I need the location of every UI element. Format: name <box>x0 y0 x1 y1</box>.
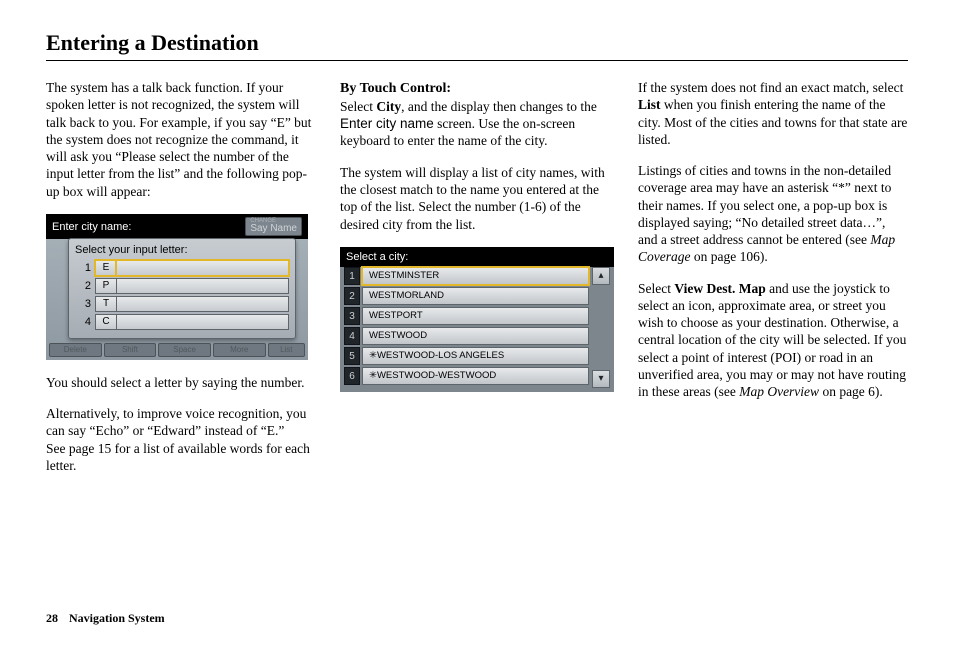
bottom-buttons: Delete Shift Space More List <box>49 343 305 357</box>
enter-city-name-label: Enter city name <box>340 116 434 131</box>
col1-p3a: Alternatively, to improve voice recognit… <box>46 406 306 438</box>
row-number: 3 <box>75 297 91 311</box>
p1c: , and the display then changes to the <box>401 99 597 114</box>
row-number: 1 <box>75 261 91 275</box>
row-city: WESTWOOD <box>362 327 589 345</box>
shift-button[interactable]: Shift <box>104 343 157 357</box>
scroll-up-icon[interactable]: ▴ <box>592 267 610 285</box>
city-row[interactable]: 6 ✳WESTWOOD-WESTWOOD <box>344 367 589 385</box>
row-letter: P <box>95 278 117 294</box>
p2a: Listings of cities and towns in the non-… <box>638 163 891 247</box>
row-blank <box>116 296 289 312</box>
row-number: 2 <box>75 279 91 293</box>
p3e: on page 6). <box>819 384 883 399</box>
p3a: Select <box>638 281 674 296</box>
col2-para2: The system will display a list of city n… <box>340 164 614 233</box>
city-row[interactable]: 3 WESTPORT <box>344 307 589 325</box>
col1-para1: The system has a talk back function. If … <box>46 79 316 200</box>
view-dest-map-label: View Dest. Map <box>674 281 765 296</box>
row-letter: C <box>95 314 117 330</box>
col1-p3b: See page 15 for a list of available word… <box>46 441 310 473</box>
letter-row[interactable]: 1 E <box>75 260 289 276</box>
say-name-button[interactable]: CHANGE Say Name <box>245 217 302 236</box>
popup-title: Select your input letter: <box>75 243 289 257</box>
city-list-screenshot: Select a city: 1 WESTMINSTER 2 WESTMORLA… <box>340 247 614 392</box>
row-number: 2 <box>344 287 360 305</box>
col1-para2: You should select a letter by saying the… <box>46 374 316 391</box>
row-blank <box>116 278 289 294</box>
col2-para1: By Touch Control: Select City, and the d… <box>340 79 614 150</box>
city-row[interactable]: 1 WESTMINSTER <box>344 267 589 285</box>
row-blank <box>116 260 289 276</box>
row-number: 3 <box>344 307 360 325</box>
row-city: ✳WESTWOOD-WESTWOOD <box>362 367 589 385</box>
scroll-down-icon[interactable]: ▾ <box>592 370 610 388</box>
header-text: Enter city name: <box>52 220 131 234</box>
col3-para1: If the system does not find an exact mat… <box>638 79 908 148</box>
touch-control-heading: By Touch Control: <box>340 81 451 96</box>
row-number: 6 <box>344 367 360 385</box>
input-letter-popup: Select your input letter: 1 E 2 P 3 T <box>68 238 296 339</box>
city-row[interactable]: 4 WESTWOOD <box>344 327 589 345</box>
page-title: Entering a Destination <box>46 30 908 61</box>
map-overview-ref: Map Overview <box>739 384 819 399</box>
row-city: WESTMORLAND <box>362 287 589 305</box>
p1a: Select <box>340 99 376 114</box>
content-columns: The system has a talk back function. If … <box>46 79 908 488</box>
page-footer: 28 Navigation System <box>46 611 165 626</box>
p1a: If the system does not find an exact mat… <box>638 80 903 95</box>
say-name-label: Say Name <box>250 223 297 234</box>
page-number: 28 <box>46 611 58 625</box>
screen-header: Enter city name: CHANGE Say Name <box>46 214 308 239</box>
row-blank <box>116 314 289 330</box>
list-button[interactable]: List <box>268 343 305 357</box>
column-3: If the system does not find an exact mat… <box>638 79 908 488</box>
row-letter: T <box>95 296 117 312</box>
city-row[interactable]: 2 WESTMORLAND <box>344 287 589 305</box>
row-city: WESTMINSTER <box>362 267 589 285</box>
col3-para2: Listings of cities and towns in the non-… <box>638 162 908 266</box>
row-number: 5 <box>344 347 360 365</box>
p2c: on page 106). <box>690 249 767 264</box>
row-number: 1 <box>344 267 360 285</box>
space-button[interactable]: Space <box>158 343 211 357</box>
section-name: Navigation System <box>69 611 165 625</box>
row-city: WESTPORT <box>362 307 589 325</box>
row-city: ✳WESTWOOD-LOS ANGELES <box>362 347 589 365</box>
list-label: List <box>638 97 661 112</box>
city-label: City <box>376 99 401 114</box>
city-row[interactable]: 5 ✳WESTWOOD-LOS ANGELES <box>344 347 589 365</box>
col1-para3: Alternatively, to improve voice recognit… <box>46 405 316 474</box>
city-list: 1 WESTMINSTER 2 WESTMORLAND 3 WESTPORT 4… <box>344 267 589 388</box>
more-button[interactable]: More <box>213 343 266 357</box>
p1c: when you finish entering the name of the… <box>638 97 907 147</box>
letter-row[interactable]: 3 T <box>75 296 289 312</box>
letter-row[interactable]: 4 C <box>75 314 289 330</box>
col3-para3: Select View Dest. Map and use the joysti… <box>638 280 908 401</box>
scrollbar: ▴ ▾ <box>592 267 610 388</box>
delete-button[interactable]: Delete <box>49 343 102 357</box>
row-number: 4 <box>344 327 360 345</box>
column-2: By Touch Control: Select City, and the d… <box>340 79 614 488</box>
row-number: 4 <box>75 315 91 329</box>
screen-header: Select a city: <box>340 247 614 267</box>
letter-row[interactable]: 2 P <box>75 278 289 294</box>
column-1: The system has a talk back function. If … <box>46 79 316 488</box>
p3c: and use the joystick to select an icon, … <box>638 281 906 400</box>
row-letter: E <box>95 260 117 276</box>
city-list-body: 1 WESTMINSTER 2 WESTMORLAND 3 WESTPORT 4… <box>344 267 610 388</box>
popup-screenshot: Enter city name: CHANGE Say Name Select … <box>46 214 308 360</box>
